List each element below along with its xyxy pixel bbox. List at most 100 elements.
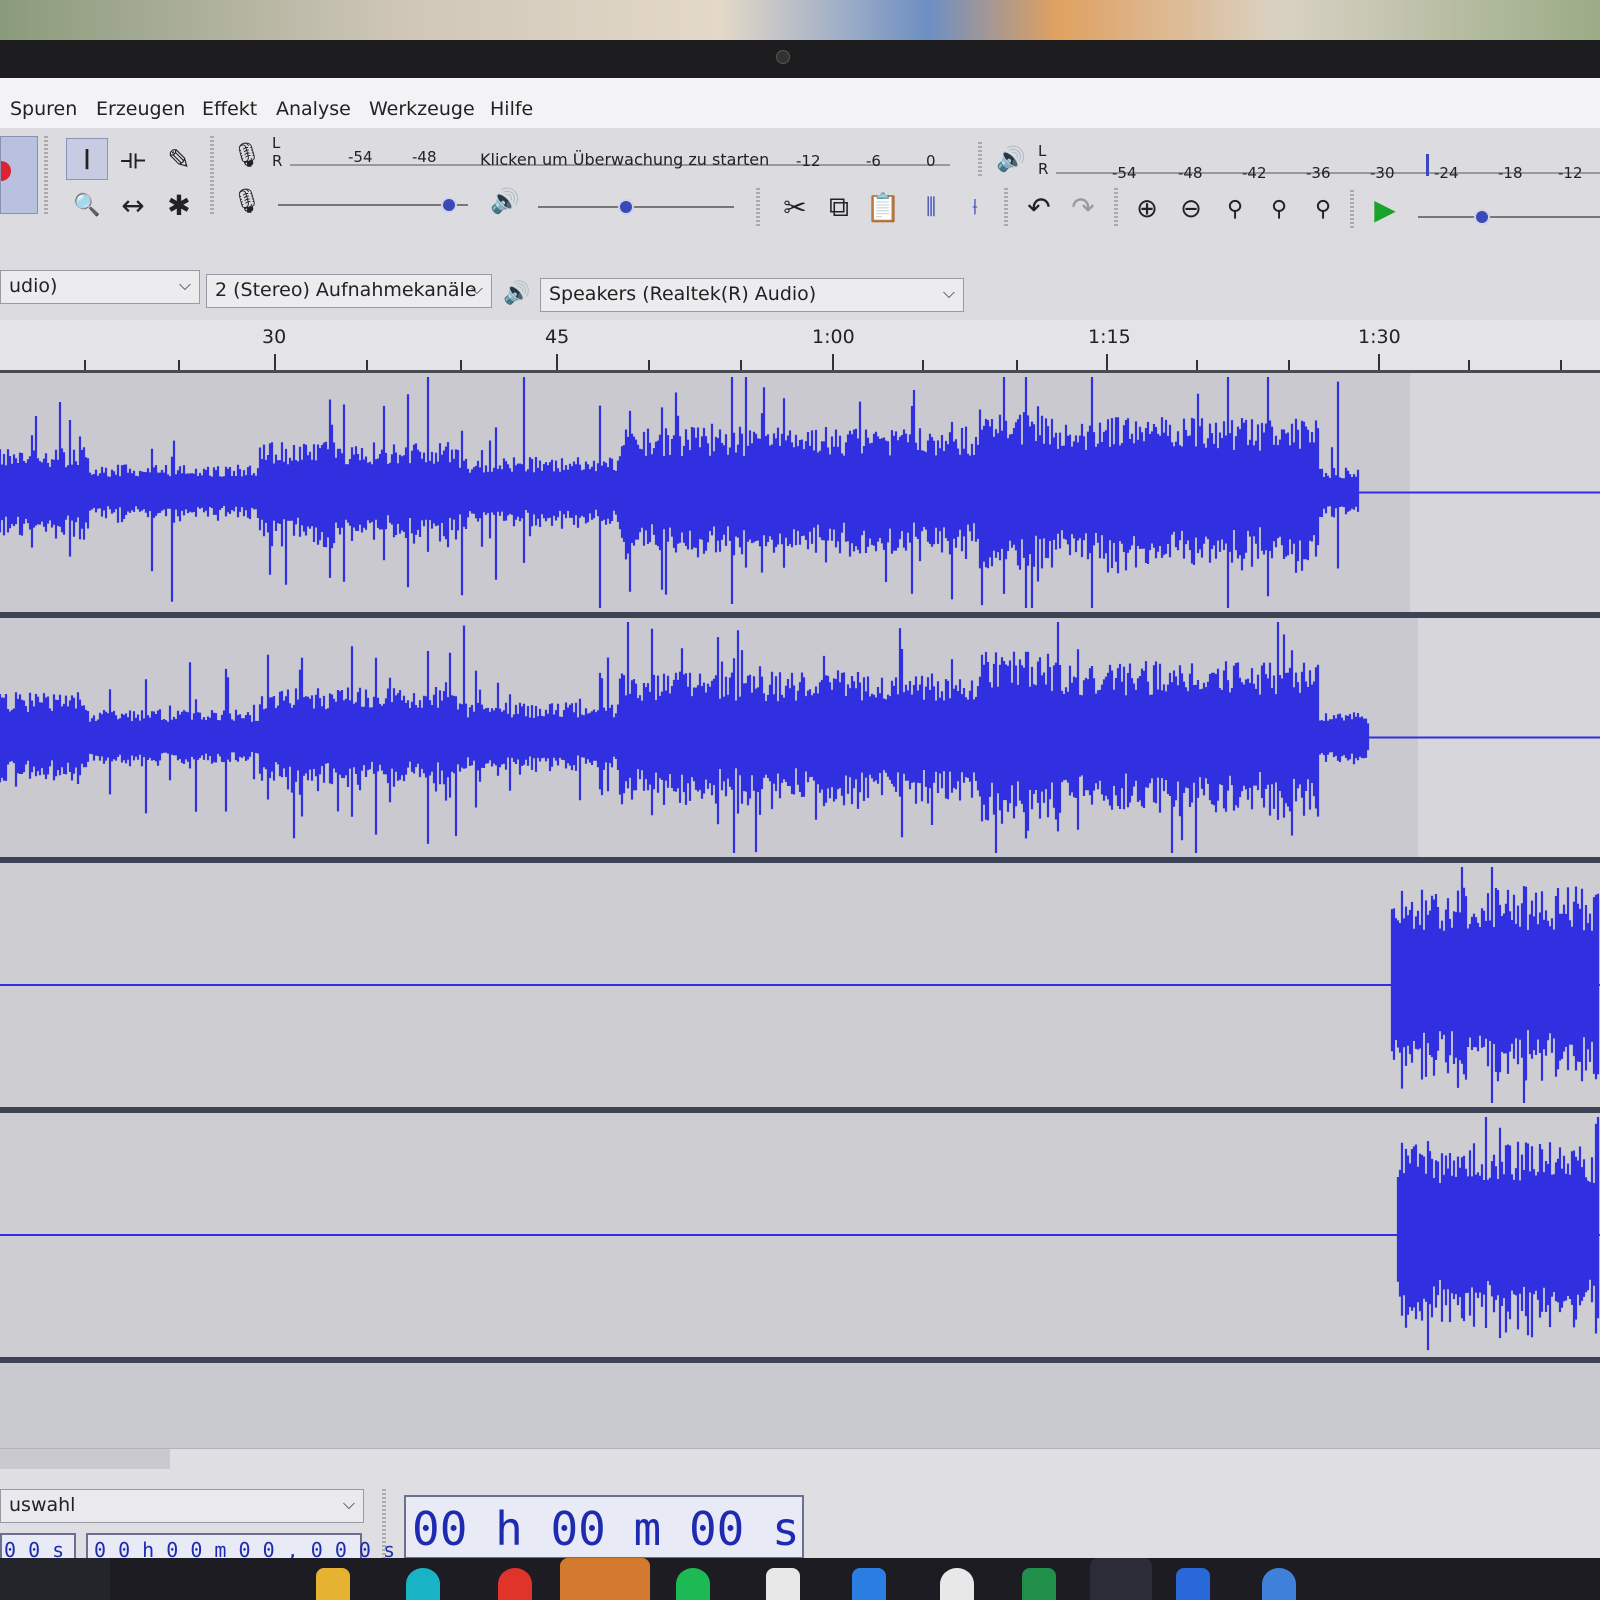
chrome-icon[interactable] — [498, 1568, 532, 1600]
meter-tick: -48 — [412, 148, 437, 166]
scissors-icon: ✂ — [783, 190, 807, 224]
zoom-tool-button[interactable]: 🔍 — [66, 184, 108, 226]
fit-selection-button[interactable]: ⚲ — [1214, 188, 1256, 230]
undo-button[interactable]: ↶ — [1018, 186, 1060, 228]
playback-volume-icon-button: 🔊 — [484, 180, 526, 222]
play-at-speed-button[interactable]: ▶ — [1364, 188, 1406, 230]
audio-position-time[interactable]: 00 h 00 m 00 s — [404, 1495, 804, 1558]
app-icon[interactable] — [766, 1568, 800, 1600]
transport-stop-button[interactable] — [0, 136, 38, 214]
browser-icon[interactable] — [1262, 1568, 1296, 1600]
zoom-toggle-icon: ⚲ — [1314, 196, 1332, 222]
silence-icon: ⟊ — [972, 194, 978, 220]
menu-effekt[interactable]: Effekt — [202, 98, 257, 120]
playback-device-select[interactable]: Speakers (Realtek(R) Audio) ⌵ — [540, 278, 964, 312]
toolbar-grip[interactable] — [210, 136, 214, 216]
ruler-tick — [460, 360, 462, 370]
track-2-right-channel[interactable] — [0, 1113, 1600, 1363]
record-meter[interactable]: -54 -48 Klicken um Überwachung zu starte… — [290, 134, 950, 174]
cut-button[interactable]: ✂ — [774, 186, 816, 228]
menu-spuren[interactable]: Spuren — [10, 98, 77, 120]
multi-tool-button[interactable]: ✱ — [158, 184, 200, 226]
meter-tick: -12 — [1558, 164, 1583, 182]
copy-icon: ⧉ — [829, 190, 849, 223]
ruler-tick — [1288, 360, 1290, 370]
selection-end-time[interactable]: 0 0 h 0 0 m 0 0 , 0 0 0 s — [86, 1533, 395, 1558]
meter-tick: 0 — [926, 152, 936, 170]
ruler-tick — [274, 354, 276, 370]
time-shift-tool-button[interactable]: ↔ — [112, 184, 154, 226]
selection-tool-button[interactable]: I — [66, 138, 108, 180]
toolbar-grip[interactable] — [1114, 188, 1118, 228]
meter-tick: -42 — [1242, 164, 1267, 182]
redo-icon: ↷ — [1071, 190, 1095, 224]
playback-volume-slider[interactable] — [538, 206, 734, 208]
ruler-label: 1:00 — [812, 326, 855, 348]
selection-toolbar: uswahl ⌵ 0 0 s 0 0 h 0 0 m 0 0 , 0 0 0 s… — [0, 1448, 1600, 1558]
slack-icon[interactable] — [940, 1568, 974, 1600]
selection-start-time[interactable]: 0 0 s — [0, 1533, 76, 1558]
fit-project-button[interactable]: ⚲ — [1258, 188, 1300, 230]
snap-value: uswahl — [9, 1494, 76, 1516]
draw-tool-button[interactable]: ✎ — [158, 138, 200, 180]
menu-analyse[interactable]: Analyse — [276, 98, 351, 120]
snap-select[interactable]: uswahl ⌵ — [0, 1489, 364, 1523]
audio-host-select[interactable]: udio) ⌵ — [0, 270, 200, 304]
audacity-taskbar-icon[interactable] — [560, 1558, 650, 1600]
recording-volume-slider[interactable] — [278, 204, 468, 206]
ruler-tick — [832, 354, 834, 370]
track-1-left-channel[interactable] — [0, 373, 1600, 618]
redo-button[interactable]: ↷ — [1062, 186, 1104, 228]
excel-icon[interactable] — [1022, 1568, 1056, 1600]
chevron-down-icon: ⌵ — [342, 1494, 355, 1513]
play-meter[interactable]: -54 -48 -42 -36 -30 -24 -18 -12 — [1056, 140, 1600, 182]
zoom-in-button[interactable]: ⊕ — [1126, 188, 1168, 230]
toolbar-grip[interactable] — [978, 142, 982, 178]
toolbar-grip[interactable] — [382, 1489, 386, 1558]
zoom-out-button[interactable]: ⊖ — [1170, 188, 1212, 230]
timeline-ruler[interactable]: 30 45 1:00 1:15 1:30 — [0, 320, 1600, 373]
clipboard-icon: 📋 — [865, 190, 901, 224]
zoom-out-icon: ⊖ — [1180, 194, 1202, 224]
zoom-toggle-button[interactable]: ⚲ — [1302, 188, 1344, 230]
edge-icon[interactable] — [406, 1568, 440, 1600]
file-explorer-icon[interactable] — [316, 1568, 350, 1600]
empty-track-area[interactable] — [0, 1363, 1600, 1448]
play-speed-slider[interactable] — [1418, 216, 1600, 218]
selection-start-value: 0 0 s — [4, 1538, 65, 1558]
silence-button[interactable]: ⟊ — [954, 186, 996, 228]
track-2-left-channel[interactable] — [0, 863, 1600, 1113]
play-speed-knob[interactable] — [1473, 209, 1490, 225]
trim-button[interactable]: ⫼ — [910, 186, 952, 228]
trim-icon: ⫼ — [925, 194, 937, 220]
waveform — [0, 1117, 1600, 1351]
record-meter-button[interactable]: 🎙 — [226, 134, 268, 176]
envelope-tool-button[interactable]: ⟛ — [112, 138, 154, 180]
dropbox-icon[interactable] — [1176, 1568, 1210, 1600]
meter-tick: -30 — [1370, 164, 1395, 182]
menu-hilfe[interactable]: Hilfe — [490, 98, 533, 120]
record-meter-lr: L R — [272, 134, 283, 170]
taskbar-start-area[interactable] — [0, 1558, 110, 1600]
audacity-window: Spuren Erzeugen Effekt Analyse Werkzeuge… — [0, 78, 1600, 1558]
toolbar-grip[interactable] — [44, 136, 48, 216]
menu-erzeugen[interactable]: Erzeugen — [96, 98, 185, 120]
recording-volume-knob[interactable] — [441, 197, 457, 213]
asterisk-icon: ✱ — [167, 188, 191, 222]
ruler-label: 30 — [262, 326, 287, 348]
mail-icon[interactable] — [852, 1568, 886, 1600]
audio-host-value: udio) — [9, 275, 58, 297]
track-1-right-channel[interactable] — [0, 618, 1600, 863]
paste-button[interactable]: 📋 — [862, 186, 904, 228]
toolbar-grip[interactable] — [756, 188, 760, 228]
menu-werkzeuge[interactable]: Werkzeuge — [369, 98, 475, 120]
spotify-icon[interactable] — [676, 1568, 710, 1600]
play-meter-button[interactable]: 🔊 — [990, 138, 1032, 180]
playback-volume-knob[interactable] — [618, 199, 635, 215]
copy-button[interactable]: ⧉ — [818, 186, 860, 228]
active-app-icon[interactable] — [1090, 1558, 1152, 1600]
toolbar-grip[interactable] — [1350, 190, 1354, 230]
recording-channels-select[interactable]: 2 (Stereo) Aufnahmekanäle ⌵ — [206, 274, 492, 308]
horizontal-scrollbar[interactable] — [0, 1449, 170, 1469]
toolbar-grip[interactable] — [1004, 188, 1008, 228]
